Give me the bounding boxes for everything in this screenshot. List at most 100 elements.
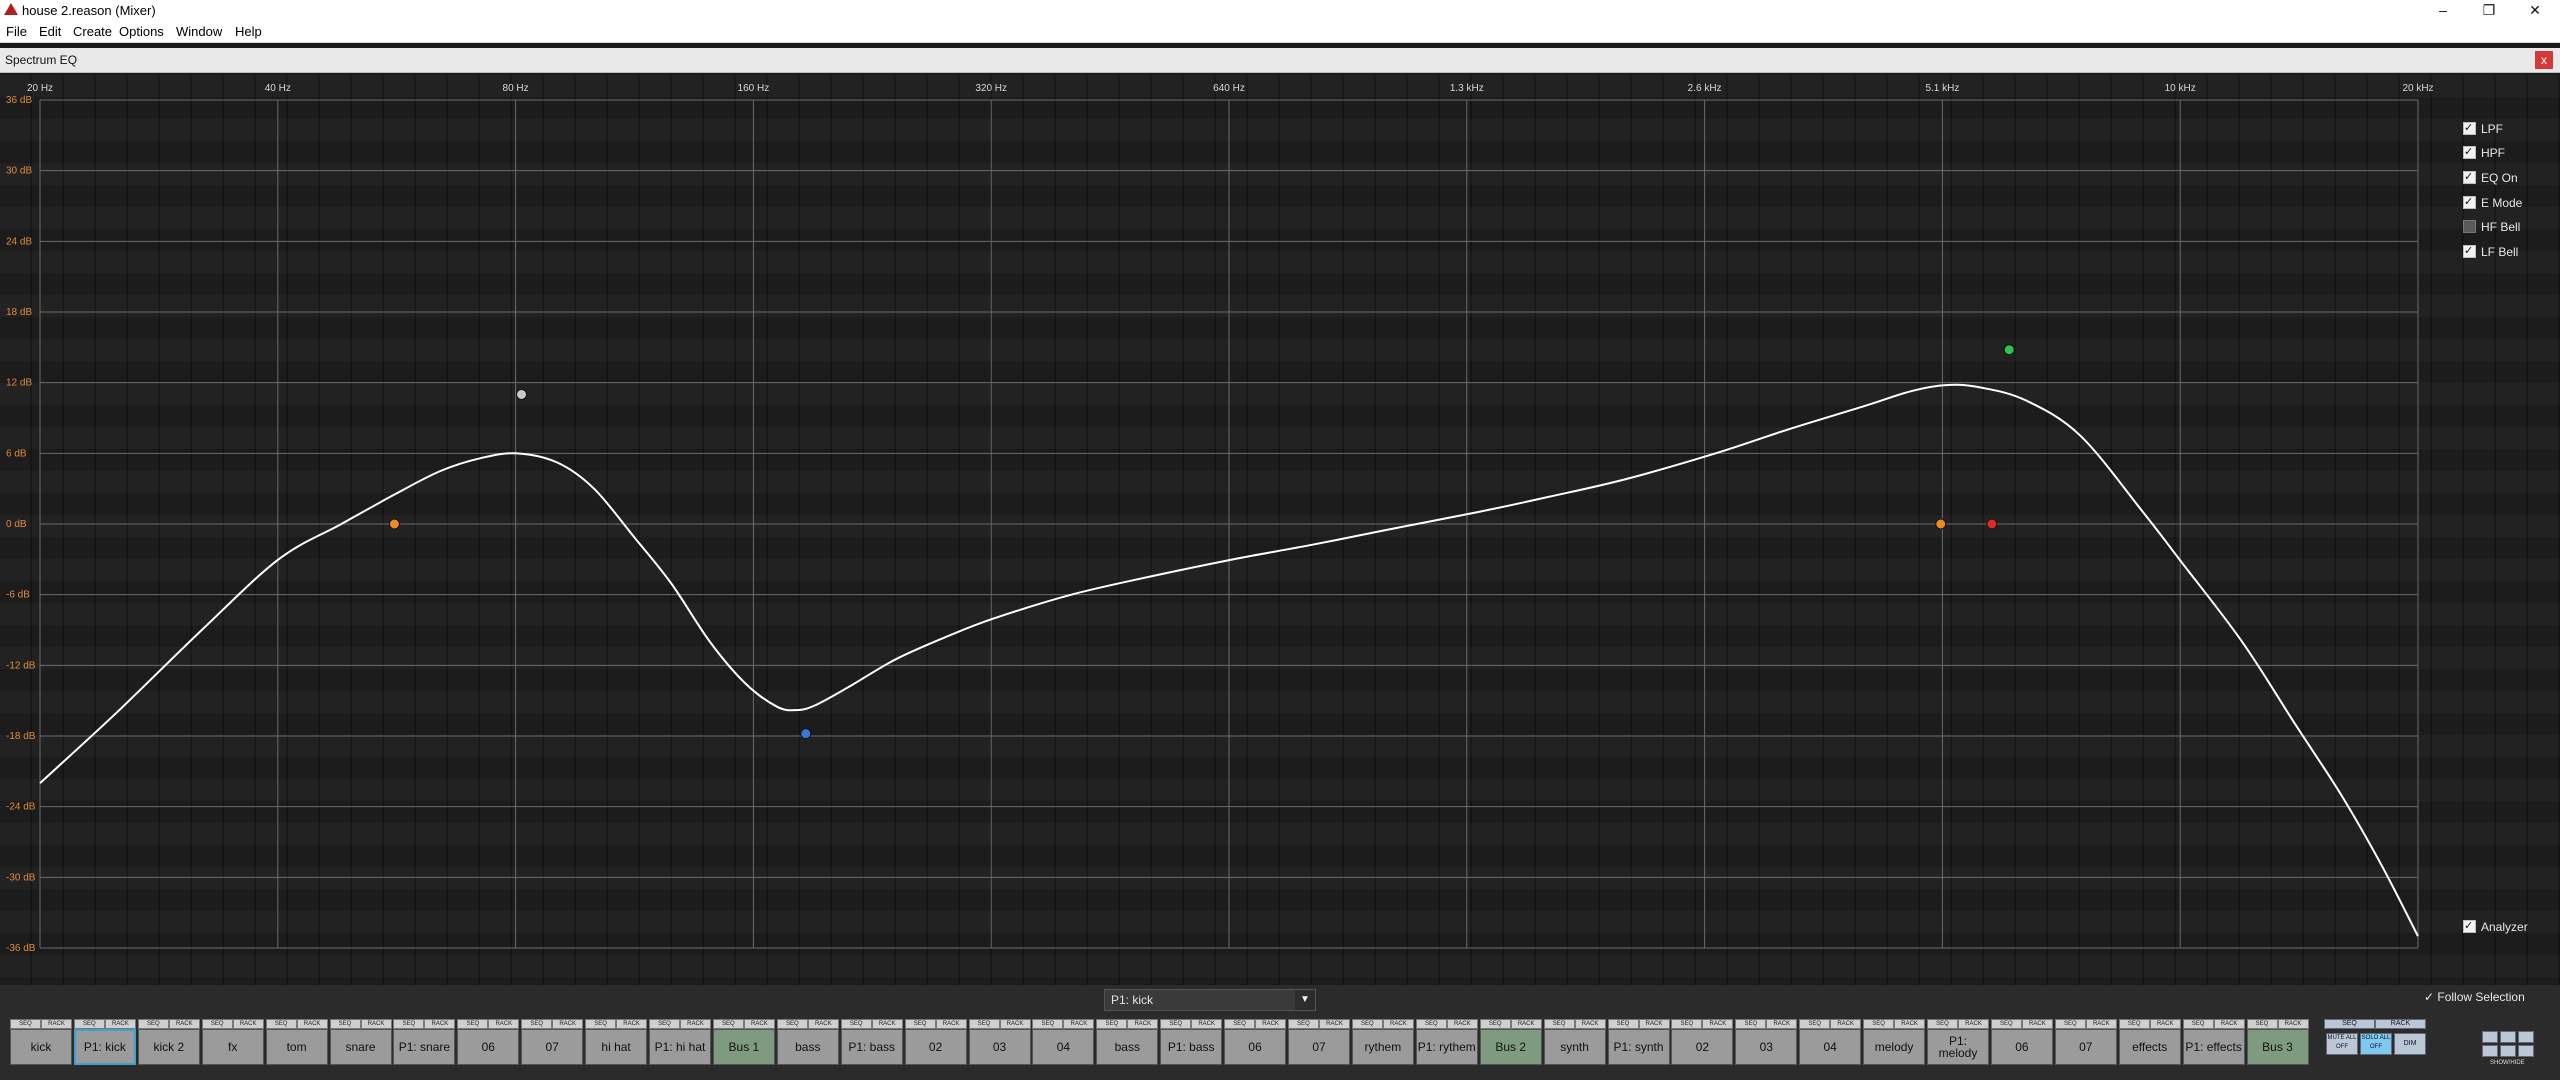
channel-strip[interactable]: SEQ RACK Bus 1 [712, 1019, 775, 1075]
channel-name[interactable]: P1: kick [73, 1029, 136, 1065]
rack-button[interactable]: RACK [1382, 1019, 1414, 1029]
channel-name[interactable]: melody [1863, 1029, 1926, 1065]
eq-graph[interactable]: 20 Hz 40 Hz 80 Hz 160 Hz 320 Hz 640 Hz 1.3 kHz… [0, 75, 2560, 985]
channel-name[interactable]: P1: synth [1607, 1029, 1670, 1065]
seq-button[interactable]: SEQ [904, 1019, 936, 1029]
seq-button[interactable]: SEQ [1032, 1019, 1064, 1029]
rack-button[interactable]: RACK [168, 1019, 200, 1029]
seq-button[interactable]: SEQ [2182, 1019, 2214, 1029]
channel-name[interactable]: snare [329, 1029, 392, 1065]
eq-band-handle[interactable] [2003, 344, 2015, 356]
rack-button[interactable]: RACK [2149, 1019, 2181, 1029]
rack-button[interactable]: RACK [2277, 1019, 2309, 1029]
menu-options[interactable]: Options [119, 24, 164, 39]
channel-name[interactable]: 02 [904, 1029, 967, 1065]
seq-button[interactable]: SEQ [1735, 1019, 1767, 1029]
rack-button[interactable]: RACK [1191, 1019, 1223, 1029]
channel-strip[interactable]: SEQ RACK 02 [904, 1019, 967, 1075]
seq-button[interactable]: SEQ [1288, 1019, 1319, 1029]
option-eq-on[interactable]: EQ On [2463, 169, 2518, 186]
rack-button[interactable]: RACK [1830, 1019, 1862, 1029]
channel-name[interactable]: P1: rythem [1415, 1029, 1478, 1065]
channel-strip[interactable]: SEQ RACK snare [329, 1019, 392, 1075]
channel-strip[interactable]: SEQ RACK 06 [1990, 1019, 2053, 1075]
option-e-mode[interactable]: E Mode [2463, 194, 2522, 211]
seq-button[interactable]: SEQ [521, 1019, 553, 1029]
rack-button[interactable]: RACK [2021, 1019, 2053, 1029]
channel-name[interactable]: kick [10, 1029, 72, 1065]
rack-button[interactable]: RACK [1063, 1019, 1095, 1029]
option-lf-bell[interactable]: LF Bell [2463, 243, 2518, 260]
channel-strip[interactable]: SEQ RACK melody [1863, 1019, 1926, 1075]
rack-button[interactable]: RACK [743, 1019, 775, 1029]
channel-strip[interactable]: SEQ RACK P1: melody [1927, 1019, 1989, 1075]
view-toggle-1[interactable] [2482, 1031, 2498, 1043]
channel-strip[interactable]: SEQ RACK P1: kick [73, 1019, 136, 1075]
master-rack-button[interactable]: RACK [2375, 1019, 2426, 1029]
seq-button[interactable]: SEQ [1543, 1019, 1575, 1029]
e-mode-checkbox[interactable] [2463, 194, 2476, 210]
seq-button[interactable]: SEQ [2246, 1019, 2278, 1029]
channel-name[interactable]: Bus 2 [1479, 1029, 1542, 1065]
analyzer-checkbox[interactable] [2463, 918, 2476, 934]
rack-button[interactable]: RACK [2213, 1019, 2245, 1029]
restore-button[interactable]: ❐ [2469, 0, 2509, 20]
channel-strip[interactable]: SEQ RACK effects [2118, 1019, 2181, 1075]
seq-button[interactable]: SEQ [329, 1019, 361, 1029]
view-toggle-4[interactable] [2482, 1045, 2498, 1057]
option-hf-bell[interactable]: HF Bell [2463, 219, 2520, 235]
rack-button[interactable]: RACK [232, 1019, 264, 1029]
channel-name[interactable]: 02 [1671, 1029, 1734, 1065]
channel-strip[interactable]: SEQ RACK synth [1543, 1019, 1606, 1075]
solo-all-off-button[interactable]: SOLO ALL OFF [2360, 1033, 2392, 1055]
eq-on-checkbox[interactable] [2463, 169, 2476, 185]
seq-button[interactable]: SEQ [137, 1019, 169, 1029]
rack-button[interactable]: RACK [41, 1019, 72, 1029]
channel-name[interactable]: P1: bass [1160, 1029, 1223, 1065]
channel-name[interactable]: 07 [1288, 1029, 1350, 1065]
follow-selection[interactable]: ✓ Follow Selection [2424, 990, 2525, 1004]
seq-button[interactable]: SEQ [1927, 1019, 1958, 1029]
rack-button[interactable]: RACK [424, 1019, 456, 1029]
dim-button[interactable]: DIM [2394, 1033, 2426, 1055]
menu-file[interactable]: File [6, 24, 27, 39]
rack-button[interactable]: RACK [552, 1019, 584, 1029]
channel-name[interactable]: 07 [521, 1029, 584, 1065]
seq-button[interactable]: SEQ [1160, 1019, 1192, 1029]
channel-name[interactable]: P1: snare [393, 1029, 456, 1065]
channel-strip[interactable]: SEQ RACK rythem [1351, 1019, 1414, 1075]
seq-button[interactable]: SEQ [968, 1019, 1000, 1029]
channel-name[interactable]: rythem [1351, 1029, 1414, 1065]
menu-edit[interactable]: Edit [39, 24, 61, 39]
master-seq-button[interactable]: SEQ [2324, 1019, 2375, 1029]
rack-button[interactable]: RACK [871, 1019, 903, 1029]
seq-button[interactable]: SEQ [649, 1019, 680, 1029]
channel-strip[interactable]: SEQ RACK bass [776, 1019, 839, 1075]
view-toggle-5[interactable] [2500, 1045, 2516, 1057]
channel-strip[interactable]: SEQ RACK 04 [1032, 1019, 1095, 1075]
channel-strip[interactable]: SEQ RACK P1: bass [840, 1019, 903, 1075]
channel-strip[interactable]: SEQ RACK 07 [521, 1019, 584, 1075]
view-toggle-3[interactable] [2518, 1031, 2534, 1043]
channel-strip[interactable]: SEQ RACK 02 [1671, 1019, 1734, 1075]
rack-button[interactable]: RACK [1127, 1019, 1159, 1029]
channel-strip[interactable]: SEQ RACK 06 [1224, 1019, 1287, 1075]
rack-button[interactable]: RACK [1702, 1019, 1734, 1029]
channel-strip[interactable]: SEQ RACK P1: hi hat [649, 1019, 711, 1075]
seq-button[interactable]: SEQ [1863, 1019, 1895, 1029]
channel-name[interactable]: 04 [1032, 1029, 1095, 1065]
seq-button[interactable]: SEQ [585, 1019, 617, 1029]
channel-name[interactable]: fx [201, 1029, 264, 1065]
rack-button[interactable]: RACK [296, 1019, 328, 1029]
rack-button[interactable]: RACK [104, 1019, 136, 1029]
channel-strip[interactable]: SEQ RACK Bus 2 [1479, 1019, 1542, 1075]
seq-button[interactable]: SEQ [712, 1019, 744, 1029]
menu-create[interactable]: Create [73, 24, 112, 39]
channel-name[interactable]: Bus 3 [2246, 1029, 2309, 1065]
eq-band-handle[interactable] [800, 728, 812, 740]
channel-name[interactable]: 07 [2054, 1029, 2117, 1065]
rack-button[interactable]: RACK [1255, 1019, 1287, 1029]
seq-button[interactable]: SEQ [1990, 1019, 2022, 1029]
channel-name[interactable]: 06 [1990, 1029, 2053, 1065]
rack-button[interactable]: RACK [1510, 1019, 1542, 1029]
